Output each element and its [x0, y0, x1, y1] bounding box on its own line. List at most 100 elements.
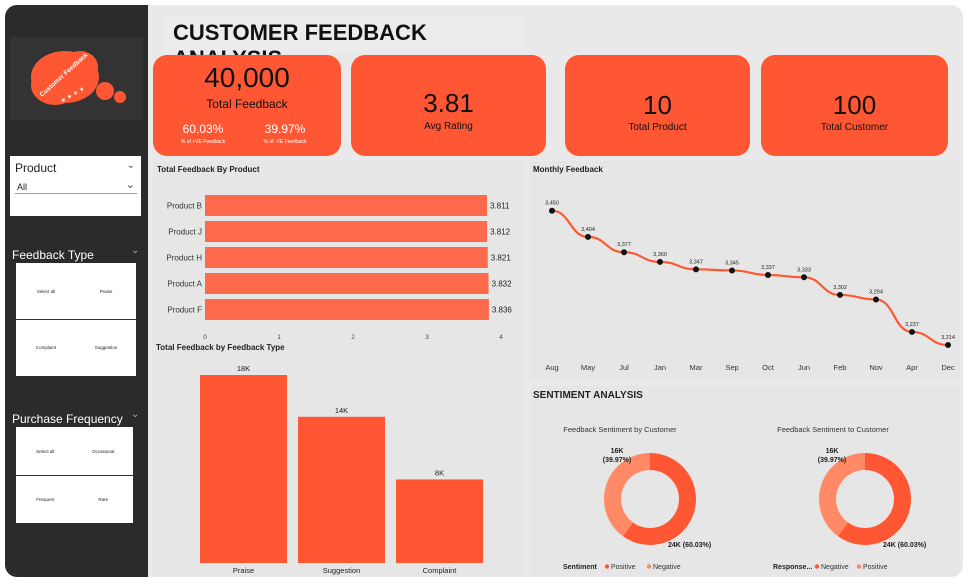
monthly-value-label: 3,450: [545, 201, 559, 207]
feedback-type-axis-label: Suggestion: [323, 566, 361, 575]
kpi-negative-pct: 39.97%: [264, 122, 306, 136]
monthly-line-chart: 3,450 Aug 3,404 May 3,377 Jul 3,360 Jan 3,347 Mar…: [545, 201, 955, 372]
monthly-point: [693, 266, 699, 273]
monthly-value-label: 3,377: [617, 242, 631, 248]
product-bar: [205, 247, 488, 268]
page-title: CUSTOMER FEEDBACK ANALYSIS: [163, 15, 523, 71]
product-dropdown-value: All: [17, 182, 28, 192]
product-axis-tick: 2: [351, 334, 355, 341]
feedback-type-chart-title: Total Feedback by Feedback Type: [156, 343, 285, 352]
donut-slice-label: 16K (39.97%): [818, 448, 846, 464]
sentiment-section-title: SENTIMENT ANALYSIS: [533, 390, 643, 401]
monthly-line: [551, 209, 949, 347]
monthly-chart-title: Monthly Feedback: [533, 165, 603, 174]
chevron-down-icon: ⌄: [125, 179, 135, 191]
product-bar-value: 3.812: [490, 228, 511, 237]
monthly-axis-tick: Jul: [619, 363, 629, 372]
donut-legend-entry: Positive: [863, 564, 888, 571]
chevron-down-icon[interactable]: ⌄: [127, 160, 135, 171]
donut-slice-label: 24K (60.03%): [883, 542, 926, 549]
purchase-frequency-slicer-title: Purchase Frequency: [12, 412, 123, 426]
kpi-total-customer: 100 Total Customer: [761, 55, 948, 156]
logo: Customer Feedback ★ ★ ★ ★: [10, 37, 143, 120]
monthly-value-label: 3,337: [761, 265, 775, 271]
feedback-type-slicer-title: Feedback Type: [12, 248, 94, 262]
donut-legend-title: Sentiment: [563, 564, 598, 571]
frequency-option-frequent[interactable]: Frequent: [16, 497, 75, 502]
feedback-type-bar: [200, 375, 287, 563]
monthly-axis-tick: Feb: [834, 363, 847, 372]
product-axis-tick: 3: [425, 334, 429, 341]
product-axis-tick: 1: [277, 334, 281, 341]
monthly-axis-tick: May: [581, 363, 595, 372]
frequency-option-select-all[interactable]: Select all: [16, 449, 75, 454]
feedback-type-bar: [396, 479, 483, 563]
kpi-total-feedback-value: 40,000: [204, 62, 290, 93]
product-bar-value: 3.811: [490, 202, 510, 211]
monthly-axis-tick: Jun: [798, 363, 810, 372]
product-bar-label: Product F: [167, 306, 202, 315]
monthly-value-label: 3,404: [581, 227, 595, 233]
kpi-positive-pct: 60.03%: [182, 122, 224, 136]
product-bar: [205, 221, 488, 242]
feedback-option-praise[interactable]: Praise: [76, 289, 136, 294]
donut-legend-entry: Negative: [653, 564, 681, 571]
monthly-value-label: 3,345: [725, 260, 739, 266]
monthly-axis-tick: Jan: [654, 363, 666, 372]
donut-title: Feedback Sentiment to Customer: [777, 425, 889, 434]
monthly-point: [657, 258, 663, 265]
monthly-value-label: 3,237: [905, 322, 919, 328]
sidebar: Customer Feedback ★ ★ ★ ★ Product ⌄ All …: [5, 5, 148, 577]
product-bar-label: Product B: [167, 202, 202, 211]
monthly-value-label: 3,360: [653, 252, 667, 258]
legend-dot-icon: [856, 564, 862, 569]
chevron-down-icon[interactable]: ⌄: [131, 245, 139, 256]
donut-legend-entry: Positive: [611, 564, 636, 571]
monthly-point: [765, 272, 771, 279]
chevron-down-icon[interactable]: ⌄: [131, 409, 139, 420]
kpi-negative-label: % of -VE Feedback: [263, 139, 307, 145]
frequency-option-rare[interactable]: Rare: [74, 497, 133, 502]
feedback-type-bar-chart: 18K Praise 14K Suggestion 8K Complaint: [200, 364, 483, 575]
monthly-point: [621, 249, 627, 256]
feedback-type-slicer[interactable]: Select all Praise Complaint Suggestion: [16, 263, 136, 376]
frequency-option-occasional[interactable]: Occasional: [74, 449, 133, 454]
monthly-axis-tick: Nov: [869, 363, 883, 372]
feedback-option-suggestion[interactable]: Suggestion: [76, 345, 136, 350]
sentiment-by-customer-donut: Feedback Sentiment by Customer 24K (60.03…: [563, 425, 711, 571]
legend-dot-icon: [604, 564, 610, 569]
product-bar-label: Product J: [168, 228, 202, 237]
donut-slice-label: 24K (60.03%): [668, 542, 711, 549]
product-dropdown[interactable]: All ⌄: [15, 179, 137, 194]
donut-legend-entry: Negative: [821, 564, 849, 571]
product-bar-value: 3.832: [492, 280, 513, 289]
feedback-option-complaint[interactable]: Complaint: [16, 345, 76, 350]
monthly-value-label: 3,294: [869, 289, 883, 295]
sentiment-to-customer-donut: Feedback Sentiment to Customer 24K (60.03…: [773, 425, 926, 571]
feedback-type-bar: [298, 416, 385, 563]
purchase-frequency-slicer[interactable]: Select all Occasional Frequent Rare: [16, 427, 133, 523]
feedback-type-bar-value: 18K: [237, 364, 250, 373]
product-bar-value: 3.836: [492, 306, 513, 315]
product-slicer[interactable]: Product ⌄ All ⌄: [10, 156, 141, 216]
product-axis-tick: 0: [203, 334, 207, 341]
monthly-point: [945, 342, 951, 349]
product-bar: [205, 195, 488, 216]
product-bar-label: Product H: [166, 254, 202, 263]
kpi-avg-rating-label: Avg Rating: [424, 121, 473, 132]
monthly-point: [837, 291, 843, 298]
kpi-total-feedback: 40,000 Total Feedback 60.03% % of +VE Fe…: [153, 55, 341, 156]
product-bar-label: Product A: [167, 280, 202, 289]
monthly-axis-tick: Sep: [725, 363, 738, 372]
feedback-option-select-all[interactable]: Select all: [16, 289, 76, 294]
monthly-value-label: 3,347: [689, 259, 703, 265]
monthly-point: [909, 328, 915, 335]
donut-slice-label: 16K (39.97%): [603, 448, 631, 464]
cloud-logo-icon: Customer Feedback ★ ★ ★ ★: [31, 51, 126, 105]
monthly-value-label: 3,333: [797, 267, 811, 273]
kpi-total-customer-value: 100: [832, 90, 877, 120]
kpi-total-customer-label: Total Customer: [820, 122, 889, 133]
monthly-axis-tick: Mar: [690, 363, 703, 372]
monthly-value-label: 3,214: [941, 335, 955, 341]
monthly-value-label: 3,302: [833, 285, 847, 291]
